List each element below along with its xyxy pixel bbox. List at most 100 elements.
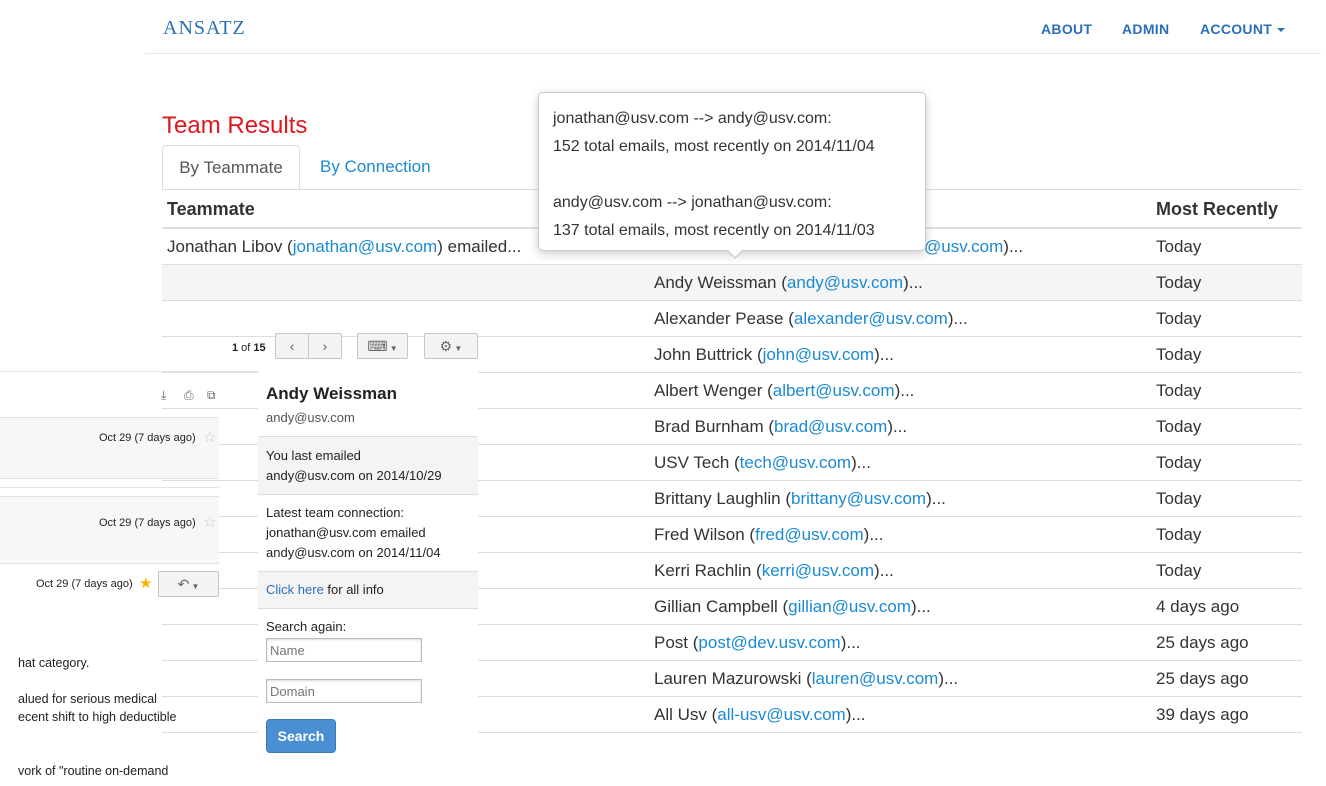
- email-link[interactable]: fred@usv.com: [755, 525, 864, 544]
- divider: [0, 478, 219, 479]
- email-link[interactable]: all-usv@usv.com: [717, 705, 845, 724]
- latest-connection-detail: jonathan@usv.com emailed: [266, 525, 426, 540]
- search-button[interactable]: Search: [266, 719, 336, 753]
- star-icon[interactable]: ☆: [203, 513, 216, 531]
- domain-input[interactable]: [266, 679, 422, 703]
- contact-email: andy@usv.com: [266, 410, 355, 425]
- email-link[interactable]: @usv.com: [924, 237, 1003, 256]
- latest-connection-label: Latest team connection:: [266, 505, 405, 520]
- email-link[interactable]: albert@usv.com: [773, 381, 895, 400]
- message-date: Oct 29 (7 days ago): [36, 578, 133, 590]
- gear-icon: ⚙: [439, 338, 453, 354]
- message-body-text: vork of "routine on-demand: [18, 764, 169, 778]
- star-icon[interactable]: ☆: [203, 428, 216, 446]
- message-header[interactable]: [0, 418, 219, 478]
- date-cell: Today: [1156, 525, 1202, 544]
- chevron-down-icon: ▼: [189, 582, 200, 591]
- reply-button[interactable]: ↶ ▼: [158, 571, 219, 597]
- settings-button[interactable]: ⚙ ▼: [424, 333, 478, 359]
- tooltip-line: jonathan@usv.com --> andy@usv.com:: [553, 110, 832, 127]
- nav-account-label: ACCOUNT: [1200, 21, 1273, 37]
- column-header-teammate[interactable]: Teammate: [167, 199, 255, 220]
- date-cell: Today: [1156, 417, 1202, 436]
- chevron-down-icon: ▼: [387, 344, 398, 353]
- email-link[interactable]: kerri@usv.com: [762, 561, 874, 580]
- contact-cell: Alexander Pease (alexander@usv.com)...: [654, 309, 968, 328]
- date-cell: Today: [1156, 561, 1202, 580]
- message-body-text: hat category.: [18, 656, 90, 670]
- download-icon[interactable]: ⤓: [161, 388, 166, 403]
- contact-cell: All Usv (all-usv@usv.com)...: [654, 705, 866, 724]
- search-again-label: Search again:: [266, 619, 347, 634]
- contact-cell: Lauren Mazurowski (lauren@usv.com)...: [654, 669, 959, 688]
- date-cell: 4 days ago: [1156, 597, 1240, 616]
- newer-button[interactable]: ›: [308, 333, 342, 359]
- table-row[interactable]: Alexander Pease (alexander@usv.com)... To…: [162, 301, 1302, 337]
- name-input[interactable]: [266, 638, 422, 662]
- date-cell: Today: [1156, 237, 1202, 256]
- all-info-text: Click here for all info: [266, 582, 384, 597]
- email-link[interactable]: brittany@usv.com: [791, 489, 926, 508]
- message-body-text: alued for serious medical: [18, 692, 157, 706]
- message-header[interactable]: [0, 497, 219, 563]
- contact-cell: John Buttrick (john@usv.com)...: [654, 345, 894, 364]
- reply-icon: ↶: [177, 576, 190, 592]
- tab-by-connection[interactable]: By Connection: [320, 157, 431, 177]
- tab-by-teammate[interactable]: By Teammate: [162, 145, 300, 189]
- date-cell: 39 days ago: [1156, 705, 1249, 724]
- message-date: Oct 29 (7 days ago): [99, 517, 196, 529]
- tooltip-arrow: [727, 249, 743, 257]
- connection-tooltip: jonathan@usv.com --> andy@usv.com: 152 t…: [538, 92, 926, 251]
- pager-count: 1 of 15: [232, 342, 266, 354]
- table-row[interactable]: Andy Weissman (andy@usv.com)... Today: [162, 265, 1302, 301]
- last-emailed-detail: andy@usv.com on 2014/10/29: [266, 468, 442, 483]
- column-header-most-recently[interactable]: Most Recently: [1156, 199, 1278, 220]
- contact-cell: Fred Wilson (fred@usv.com)...: [654, 525, 884, 544]
- divider: [0, 371, 258, 372]
- email-link[interactable]: brad@usv.com: [774, 417, 887, 436]
- keyboard-icon: ⌨: [367, 338, 388, 354]
- email-link[interactable]: tech@usv.com: [740, 453, 851, 472]
- message-body-text: ecent shift to high deductible: [18, 710, 177, 724]
- date-cell: 25 days ago: [1156, 633, 1249, 652]
- date-cell: Today: [1156, 453, 1202, 472]
- new-window-icon[interactable]: ⧉: [207, 388, 216, 403]
- print-icon[interactable]: ⎙: [184, 388, 194, 403]
- caret-down-icon: [1277, 28, 1286, 33]
- contact-cell: Gillian Campbell (gillian@usv.com)...: [654, 597, 931, 616]
- divider: [0, 563, 219, 564]
- email-link[interactable]: alexander@usv.com: [794, 309, 948, 328]
- nav-about[interactable]: ABOUT: [1041, 21, 1092, 37]
- contact-cell: Kerri Rachlin (kerri@usv.com)...: [654, 561, 894, 580]
- nav-account-dropdown[interactable]: ACCOUNT: [1200, 21, 1286, 37]
- contact-cell: USV Tech (tech@usv.com)...: [654, 453, 871, 472]
- message-date: Oct 29 (7 days ago): [99, 432, 196, 444]
- input-tools-button[interactable]: ⌨ ▼: [357, 333, 408, 359]
- page-title: Team Results: [162, 112, 308, 139]
- email-link[interactable]: gillian@usv.com: [788, 597, 911, 616]
- nav-admin[interactable]: ADMIN: [1122, 21, 1169, 37]
- email-link[interactable]: lauren@usv.com: [812, 669, 939, 688]
- chevron-right-icon: ›: [322, 338, 328, 354]
- latest-connection-detail: andy@usv.com on 2014/11/04: [266, 545, 441, 560]
- date-cell: Today: [1156, 273, 1202, 292]
- email-link[interactable]: john@usv.com: [763, 345, 874, 364]
- email-link[interactable]: jonathan@usv.com: [293, 237, 438, 256]
- date-cell: 25 days ago: [1156, 669, 1249, 688]
- email-link[interactable]: andy@usv.com: [787, 273, 903, 292]
- chevron-down-icon: ▼: [452, 344, 463, 353]
- divider: [0, 487, 219, 488]
- contact-cell: Post (post@dev.usv.com)...: [654, 633, 861, 652]
- email-link[interactable]: post@dev.usv.com: [698, 633, 840, 652]
- contact-cell: Brittany Laughlin (brittany@usv.com)...: [654, 489, 946, 508]
- star-filled-icon[interactable]: ★: [139, 574, 152, 592]
- contact-cell: Brad Burnham (brad@usv.com)...: [654, 417, 908, 436]
- brand-logo[interactable]: ANSATZ: [163, 17, 246, 40]
- older-button[interactable]: ‹: [275, 333, 309, 359]
- date-cell: Today: [1156, 309, 1202, 328]
- click-here-link[interactable]: Click here: [266, 582, 324, 597]
- contact-cell: @usv.com)...: [924, 237, 1024, 256]
- tooltip-line: andy@usv.com --> jonathan@usv.com:: [553, 194, 832, 211]
- contact-cell: Albert Wenger (albert@usv.com)...: [654, 381, 915, 400]
- teammate-cell: Jonathan Libov (jonathan@usv.com) emaile…: [167, 237, 522, 256]
